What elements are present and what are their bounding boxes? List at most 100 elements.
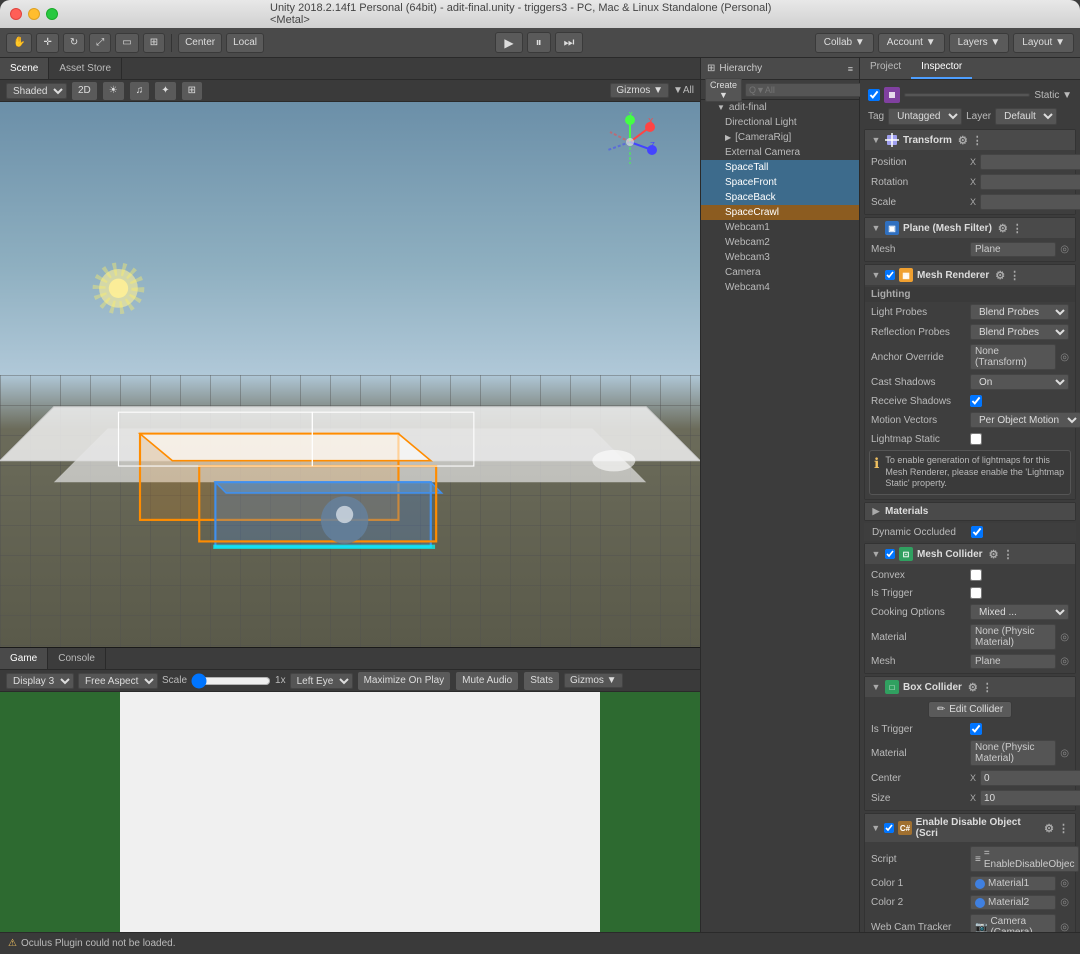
mesh-renderer-enabled[interactable] <box>885 270 895 280</box>
mesh-collider-mat-target-icon[interactable]: ◎ <box>1060 632 1069 643</box>
enable-disable-enabled[interactable] <box>884 823 894 833</box>
hierarchy-item-spacecrawl[interactable]: SpaceCrawl <box>701 205 859 220</box>
maximize-on-play-btn[interactable]: Maximize On Play <box>357 671 452 691</box>
eye-select[interactable]: Left Eye <box>290 673 353 689</box>
box-collider-settings-icon[interactable]: ⚙ <box>968 681 978 694</box>
center-button[interactable]: Center <box>178 33 222 53</box>
tab-game[interactable]: Game <box>0 648 48 669</box>
convex-checkbox[interactable] <box>970 569 982 581</box>
box-collider-menu-icon[interactable]: ⋮ <box>982 681 993 694</box>
mesh-filter-target-icon[interactable]: ◎ <box>1060 244 1069 255</box>
enable-disable-header[interactable]: ▼ C# Enable Disable Object (Scri ⚙ ⋮ <box>865 814 1075 842</box>
hierarchy-item-camera[interactable]: Camera <box>701 265 859 280</box>
layers-button[interactable]: Layers ▼ <box>949 33 1010 53</box>
mesh-collider-mesh-value[interactable]: Plane <box>970 654 1056 669</box>
mesh-filter-mesh-value[interactable]: Plane <box>970 242 1056 257</box>
webcam-value[interactable]: 📷 Camera (Camera) <box>970 914 1056 932</box>
motion-vectors-select[interactable]: Per Object Motion <box>970 412 1080 428</box>
layout-button[interactable]: Layout ▼ <box>1013 33 1074 53</box>
hierarchy-item-spacetall[interactable]: SpaceTall <box>701 160 859 175</box>
shading-mode-select[interactable]: Shaded <box>6 83 67 99</box>
mesh-filter-settings-icon[interactable]: ⚙ <box>998 222 1008 235</box>
tag-select[interactable]: Untagged <box>888 108 962 125</box>
receive-shadows-checkbox[interactable] <box>970 395 982 407</box>
enable-disable-menu-icon[interactable]: ⋮ <box>1058 822 1069 835</box>
webcam-target-icon[interactable]: ◎ <box>1060 922 1069 932</box>
color1-value[interactable]: Material1 <box>970 876 1056 891</box>
dynamic-occluded-checkbox[interactable] <box>971 526 983 538</box>
hierarchy-search[interactable] <box>745 83 870 97</box>
mute-audio-btn[interactable]: Mute Audio <box>455 671 519 691</box>
game-gizmos-btn[interactable]: Gizmos ▼ <box>564 673 623 688</box>
hand-tool[interactable]: ✋ <box>6 33 32 53</box>
layer-select[interactable]: Default <box>995 108 1057 125</box>
transform-tool[interactable]: ⊞ <box>143 33 165 53</box>
account-button[interactable]: Account ▼ <box>878 33 945 53</box>
box-size-x[interactable] <box>980 790 1080 806</box>
scene-canvas[interactable]: X Y Z <box>0 102 700 647</box>
hierarchy-item-webcam2[interactable]: Webcam2 <box>701 235 859 250</box>
mesh-collider-trigger-checkbox[interactable] <box>970 587 982 599</box>
mesh-filter-menu-icon[interactable]: ⋮ <box>1012 222 1023 235</box>
rotate-tool[interactable]: ↻ <box>63 33 85 53</box>
color2-value[interactable]: Material2 <box>970 895 1056 910</box>
aspect-select[interactable]: Free Aspect <box>78 673 158 689</box>
display-select[interactable]: Display 3 <box>6 673 74 689</box>
hierarchy-item-camera-rig[interactable]: ▶ [CameraRig] <box>701 130 859 145</box>
hierarchy-item-directional-light[interactable]: Directional Light <box>701 115 859 130</box>
cast-shadows-select[interactable]: On <box>970 374 1069 390</box>
scale-tool[interactable]: ⤢ <box>89 33 111 53</box>
hierarchy-create-btn[interactable]: Create ▼ <box>705 78 742 102</box>
enable-disable-settings-icon[interactable]: ⚙ <box>1044 822 1054 835</box>
transform-settings-icon[interactable]: ⚙ <box>958 134 968 147</box>
scene-light-toggle[interactable]: ☀ <box>102 81 125 101</box>
hierarchy-item-webcam4[interactable]: Webcam4 <box>701 280 859 295</box>
cooking-options-select[interactable]: Mixed ... <box>970 604 1069 620</box>
hierarchy-item-spaceback[interactable]: SpaceBack <box>701 190 859 205</box>
mesh-renderer-header[interactable]: ▼ ▦ Mesh Renderer ⚙ ⋮ <box>865 265 1075 285</box>
light-probes-select[interactable]: Blend Probes <box>970 304 1069 320</box>
tab-asset-store[interactable]: Asset Store <box>49 58 122 79</box>
hierarchy-item-spacefront[interactable]: SpaceFront <box>701 175 859 190</box>
scene-fx-toggle[interactable]: ✦ <box>154 81 176 101</box>
box-center-x[interactable] <box>980 770 1080 786</box>
lightmap-static-checkbox[interactable] <box>970 433 982 445</box>
mesh-collider-mesh-target-icon[interactable]: ◎ <box>1060 656 1069 667</box>
mesh-collider-header[interactable]: ▼ ⊡ Mesh Collider ⚙ ⋮ <box>865 544 1075 564</box>
box-material-value[interactable]: None (Physic Material) <box>970 740 1056 766</box>
tab-console[interactable]: Console <box>48 648 106 669</box>
scale-slider[interactable] <box>191 673 271 689</box>
hierarchy-item-external-camera[interactable]: External Camera <box>701 145 859 160</box>
tab-scene[interactable]: Scene <box>0 58 49 79</box>
anchor-target-icon[interactable]: ◎ <box>1060 352 1069 363</box>
rotation-x[interactable] <box>980 174 1080 190</box>
materials-header[interactable]: ▶ Materials <box>865 503 1075 520</box>
object-active-checkbox[interactable] <box>868 89 880 101</box>
transform-menu-icon[interactable]: ⋮ <box>972 134 983 147</box>
transform-header[interactable]: ▼ Transform ⚙ ⋮ <box>865 130 1075 150</box>
stats-btn[interactable]: Stats <box>523 671 560 691</box>
scene-audio-toggle[interactable]: ♫ <box>129 81 151 101</box>
tab-project[interactable]: Project <box>860 58 911 79</box>
reflection-probes-select[interactable]: Blend Probes <box>970 324 1069 340</box>
rect-tool[interactable]: ▭ <box>115 33 138 53</box>
2d-toggle[interactable]: 2D <box>71 81 98 101</box>
box-mat-target-icon[interactable]: ◎ <box>1060 748 1069 759</box>
hierarchy-item-webcam3[interactable]: Webcam3 <box>701 250 859 265</box>
mesh-collider-menu-icon[interactable]: ⋮ <box>1002 548 1013 561</box>
mesh-collider-enabled[interactable] <box>885 549 895 559</box>
mesh-renderer-settings-icon[interactable]: ⚙ <box>995 269 1005 282</box>
mesh-filter-header[interactable]: ▼ ▣ Plane (Mesh Filter) ⚙ ⋮ <box>865 218 1075 238</box>
maximize-button[interactable] <box>46 8 58 20</box>
minimize-button[interactable] <box>28 8 40 20</box>
mesh-collider-material-value[interactable]: None (Physic Material) <box>970 624 1056 650</box>
box-trigger-checkbox[interactable] <box>970 723 982 735</box>
scene-cam-toggle[interactable]: ⊞ <box>181 81 203 101</box>
hierarchy-menu[interactable]: ≡ <box>848 64 853 74</box>
play-button[interactable]: ▶ <box>495 32 522 53</box>
hierarchy-item-webcam1[interactable]: Webcam1 <box>701 220 859 235</box>
static-toggle[interactable]: Static ▼ <box>1034 90 1072 101</box>
mesh-renderer-menu-icon[interactable]: ⋮ <box>1009 269 1020 282</box>
move-tool[interactable]: ✛ <box>36 33 58 53</box>
close-button[interactable] <box>10 8 22 20</box>
